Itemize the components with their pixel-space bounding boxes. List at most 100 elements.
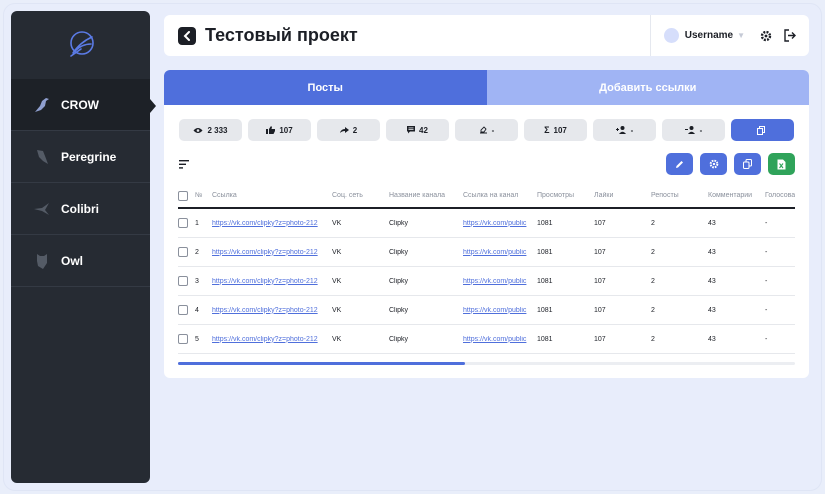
column-header[interactable]: №	[195, 192, 212, 199]
chevron-down-icon[interactable]: ▼	[737, 31, 745, 40]
reposts-value: 2	[651, 248, 655, 256]
table-header: № Ссылка Соц. сеть Название канала Ссылк…	[178, 184, 795, 209]
likes-value: 107	[594, 335, 606, 343]
stat-votes[interactable]: -	[455, 119, 518, 141]
votes-value: -	[765, 335, 768, 343]
row-number: 4	[195, 306, 199, 314]
post-link[interactable]: https://vk.com/clipky?z=photo-212	[212, 249, 332, 256]
tab-bar: Посты Добавить ссылки	[164, 70, 809, 105]
social-network: VK	[332, 248, 342, 256]
channel-name: Clipky	[389, 277, 409, 285]
row-checkbox[interactable]	[178, 276, 188, 286]
row-checkbox[interactable]	[178, 247, 188, 257]
copy-icon	[743, 159, 752, 169]
export-excel-button[interactable]	[768, 153, 795, 175]
table-row[interactable]: 5 https://vk.com/clipky?z=photo-212 VK C…	[178, 325, 795, 354]
row-checkbox[interactable]	[178, 305, 188, 315]
settings-button[interactable]	[700, 153, 727, 175]
column-header[interactable]: Соц. сеть	[332, 192, 389, 199]
views-value: 1081	[537, 219, 553, 227]
column-header[interactable]: Голосова	[765, 192, 795, 199]
reposts-value: 2	[651, 306, 655, 314]
stat-unsubscribers[interactable]: -	[662, 119, 725, 141]
logo[interactable]	[11, 11, 150, 79]
views-value: 1081	[537, 248, 553, 256]
tab-posts[interactable]: Посты	[164, 70, 487, 105]
channel-link[interactable]: https://vk.com/public	[463, 307, 537, 314]
votes-value: -	[765, 277, 768, 285]
column-header[interactable]: Ссылка	[212, 192, 332, 199]
select-all-checkbox[interactable]	[178, 190, 188, 201]
stat-total[interactable]: Σ 107	[524, 119, 587, 141]
views-value: 1081	[537, 306, 553, 314]
post-link[interactable]: https://vk.com/clipky?z=photo-212	[212, 336, 332, 343]
column-header[interactable]: Комментарии	[708, 192, 765, 199]
channel-link[interactable]: https://vk.com/public	[463, 336, 537, 343]
post-link[interactable]: https://vk.com/clipky?z=photo-212	[212, 307, 332, 314]
peregrine-icon	[33, 148, 51, 166]
comments-value: 43	[708, 248, 716, 256]
filter-icon[interactable]	[179, 160, 189, 169]
channel-link[interactable]: https://vk.com/public	[463, 249, 537, 256]
stat-views[interactable]: 2 333	[179, 119, 242, 141]
column-header[interactable]: Название канала	[389, 192, 463, 199]
duplicate-button[interactable]	[734, 153, 761, 175]
channel-name: Clipky	[389, 306, 409, 314]
tab-add-links[interactable]: Добавить ссылки	[486, 70, 809, 105]
eye-icon	[193, 127, 203, 134]
reposts-value: 2	[651, 277, 655, 285]
sidebar-item-colibri[interactable]: Colibri	[11, 183, 150, 235]
gear-icon[interactable]	[759, 29, 773, 43]
channel-link[interactable]: https://vk.com/public	[463, 278, 537, 285]
table-row[interactable]: 3 https://vk.com/clipky?z=photo-212 VK C…	[178, 267, 795, 296]
horizontal-scrollbar[interactable]	[178, 362, 795, 365]
comments-value: 43	[708, 277, 716, 285]
row-checkbox[interactable]	[178, 334, 188, 344]
column-header[interactable]: Репосты	[651, 192, 708, 199]
scrollbar-thumb[interactable]	[178, 362, 465, 365]
social-network: VK	[332, 219, 342, 227]
post-link[interactable]: https://vk.com/clipky?z=photo-212	[212, 220, 332, 227]
stat-reposts[interactable]: 2	[317, 119, 380, 141]
stat-subscribers[interactable]: -	[593, 119, 656, 141]
copy-stats-button[interactable]	[731, 119, 794, 141]
sidebar-item-peregrine[interactable]: Peregrine	[11, 131, 150, 183]
sidebar-item-label: CROW	[61, 97, 99, 112]
column-header[interactable]: Просмотры	[537, 192, 594, 199]
sidebar-item-label: Peregrine	[61, 149, 117, 164]
posts-table: № Ссылка Соц. сеть Название канала Ссылк…	[178, 184, 795, 354]
crow-icon	[33, 96, 51, 114]
stats-bar: 2 333 107 2 42 - Σ 107 - -	[179, 119, 794, 141]
edit-button[interactable]	[666, 153, 693, 175]
comments-value: 43	[708, 335, 716, 343]
sidebar-item-crow[interactable]: CROW	[11, 79, 156, 131]
column-header[interactable]: Ссылка на канал	[463, 192, 537, 199]
vote-icon	[479, 126, 488, 134]
table-row[interactable]: 1 https://vk.com/clipky?z=photo-212 VK C…	[178, 209, 795, 238]
post-link[interactable]: https://vk.com/clipky?z=photo-212	[212, 278, 332, 285]
avatar[interactable]	[663, 28, 679, 43]
table-row[interactable]: 2 https://vk.com/clipky?z=photo-212 VK C…	[178, 238, 795, 267]
table-row[interactable]: 4 https://vk.com/clipky?z=photo-212 VK C…	[178, 296, 795, 325]
thumbs-up-icon	[266, 126, 276, 134]
back-button[interactable]	[178, 26, 196, 45]
social-network: VK	[332, 306, 342, 314]
username[interactable]: Username	[685, 30, 733, 41]
gear-icon	[709, 159, 718, 169]
column-header[interactable]: Лайки	[594, 192, 651, 199]
add-user-icon	[615, 126, 627, 134]
sum-icon: Σ	[544, 125, 550, 135]
sidebar-item-owl[interactable]: Owl	[11, 235, 150, 287]
bird-logo-icon	[69, 31, 94, 57]
channel-name: Clipky	[389, 219, 409, 227]
row-number: 3	[195, 277, 199, 285]
logout-icon[interactable]	[783, 29, 797, 43]
channel-link[interactable]: https://vk.com/public	[463, 220, 537, 227]
votes-value: -	[765, 306, 768, 314]
row-checkbox[interactable]	[178, 218, 188, 228]
stat-comments[interactable]: 42	[386, 119, 449, 141]
comments-value: 43	[708, 306, 716, 314]
channel-name: Clipky	[389, 335, 409, 343]
votes-value: -	[765, 219, 768, 227]
stat-likes[interactable]: 107	[248, 119, 311, 141]
